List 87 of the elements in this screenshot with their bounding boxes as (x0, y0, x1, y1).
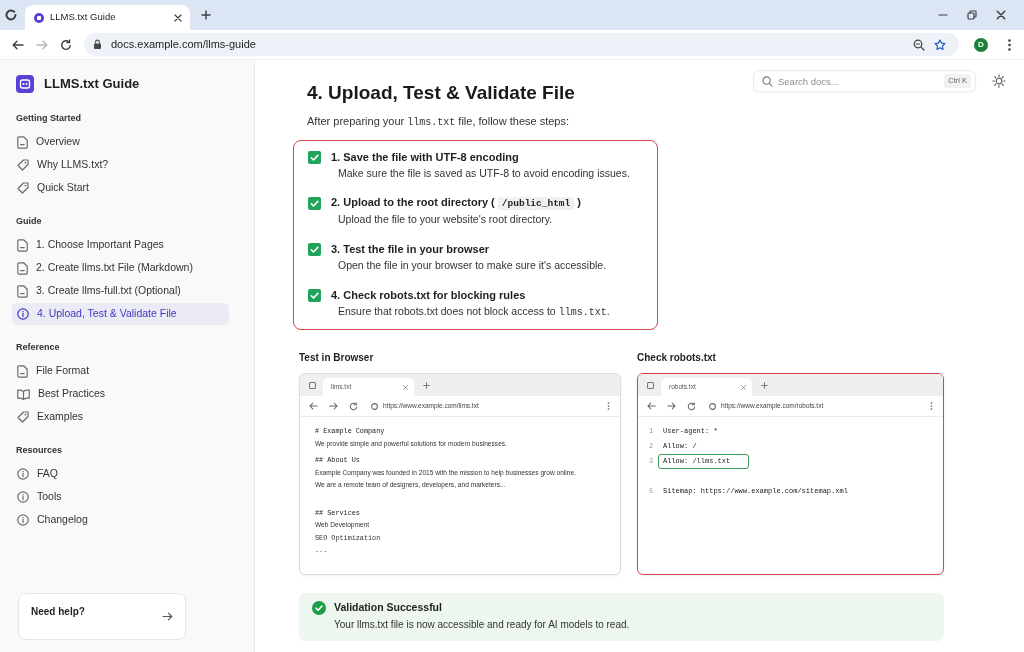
step-description: Upload the file to your website's root directory. (338, 212, 553, 227)
info-icon (17, 514, 29, 526)
more-icon[interactable] (1008, 38, 1011, 51)
checkbox[interactable] (308, 150, 321, 164)
search-icon (762, 75, 773, 87)
sidebar-item[interactable]: 3. Create llms-full.txt (Optional) (12, 280, 229, 302)
plus-icon (423, 381, 430, 389)
reload-icon (349, 401, 358, 411)
step-description: Open the file in your browser to make sure it's accessible. (338, 258, 607, 273)
square-icon (647, 381, 654, 389)
intro-text: After preparing your llms.txt file, follow these steps: (307, 114, 570, 130)
restore-icon[interactable] (967, 10, 977, 20)
validation-message: Your llms.txt file is now accessible and ready for AI models to read. (334, 618, 630, 632)
sidebar-item[interactable]: Examples (12, 406, 229, 428)
step-title: 2. Upload to the root directory ( /public_html ) (331, 195, 581, 212)
browser-tab[interactable]: LLMS.txt Guide (25, 5, 190, 30)
checkbox[interactable] (308, 196, 321, 210)
brand-name: LLMS.txt Guide (44, 75, 140, 94)
section-heading: Guide (16, 215, 42, 228)
star-icon[interactable] (934, 38, 946, 51)
step-description: Ensure that robots.txt does not block access to llms.txt. (338, 304, 610, 320)
address-bar[interactable]: docs.example.com/llms-guide (84, 33, 959, 56)
step-title: 3. Test the file in your browser (331, 242, 490, 257)
sidebar-item[interactable]: 2. Create llms.txt File (Markdown) (12, 257, 229, 279)
close-icon[interactable] (996, 10, 1006, 20)
help-card[interactable]: Need help? (18, 593, 186, 640)
back-icon[interactable] (12, 39, 24, 50)
square-icon (309, 381, 316, 389)
validation-title: Validation Successful (334, 600, 442, 615)
preview-heading: Test in Browser (299, 351, 374, 365)
magnifier-icon[interactable] (913, 38, 925, 51)
sidebar-item[interactable]: Overview (12, 131, 229, 153)
circle-icon (709, 402, 716, 410)
tag-icon (17, 182, 29, 194)
more-icon (607, 402, 610, 410)
document-icon (17, 284, 28, 298)
tag-icon (17, 411, 29, 423)
plus-icon[interactable] (201, 10, 211, 20)
arrow-right-icon[interactable] (162, 612, 173, 621)
ring-icon[interactable] (5, 9, 17, 21)
sidebar-item[interactable]: File Format (12, 360, 229, 382)
checkbox[interactable] (308, 242, 321, 256)
close-icon (403, 384, 408, 390)
reload-icon (687, 401, 696, 411)
sidebar-item[interactable]: 4. Upload, Test & Validate File (12, 303, 229, 325)
more-icon (930, 402, 933, 410)
info-icon (17, 308, 29, 320)
section-heading: Resources (16, 444, 63, 457)
sidebar-item[interactable]: Quick Start (12, 177, 229, 199)
document-icon (17, 364, 28, 378)
circle-icon (371, 402, 378, 410)
tag-icon (17, 159, 29, 171)
close-icon[interactable] (174, 13, 182, 22)
forward-icon (329, 402, 338, 410)
check-circle-icon (312, 601, 326, 615)
step-title: 4. Check robots.txt for blocking rules (331, 288, 526, 303)
back-icon (309, 402, 318, 410)
page-title: 4. Upload, Test & Validate File (307, 81, 575, 105)
plus-icon (761, 381, 768, 389)
sidebar-item[interactable]: Why LLMS.txt? (12, 154, 229, 176)
section-heading: Getting Started (16, 112, 81, 125)
lock-icon[interactable] (93, 39, 102, 50)
sidebar-item[interactable]: Tools (12, 486, 229, 508)
book-icon (17, 388, 30, 400)
document-icon (17, 261, 28, 275)
step-title: 1. Save the file with UTF-8 encoding (331, 150, 519, 165)
help-title: Need help? (31, 605, 85, 619)
favicon-icon (34, 12, 44, 23)
info-icon (17, 491, 29, 503)
sidebar-item[interactable]: Changelog (12, 509, 229, 531)
reload-icon[interactable] (60, 38, 72, 51)
step-description: Make sure the file is saved as UTF-8 to avoid encoding issues. (338, 166, 630, 181)
checkbox[interactable] (308, 288, 321, 302)
profile-avatar[interactable]: D (974, 37, 988, 52)
document-icon (17, 238, 28, 252)
logo-icon (16, 75, 34, 93)
back-icon (647, 402, 656, 410)
forward-icon (667, 402, 676, 410)
sun-icon[interactable] (992, 74, 1006, 88)
sidebar-item[interactable]: 1. Choose Important Pages (12, 234, 229, 256)
info-icon (17, 468, 29, 480)
section-heading: Reference (16, 341, 60, 354)
close-icon (741, 384, 746, 390)
sidebar-item[interactable]: Best Practices (12, 383, 229, 405)
sidebar-item[interactable]: FAQ (12, 463, 229, 485)
preview-heading: Check robots.txt (637, 351, 716, 365)
document-icon (17, 135, 28, 149)
